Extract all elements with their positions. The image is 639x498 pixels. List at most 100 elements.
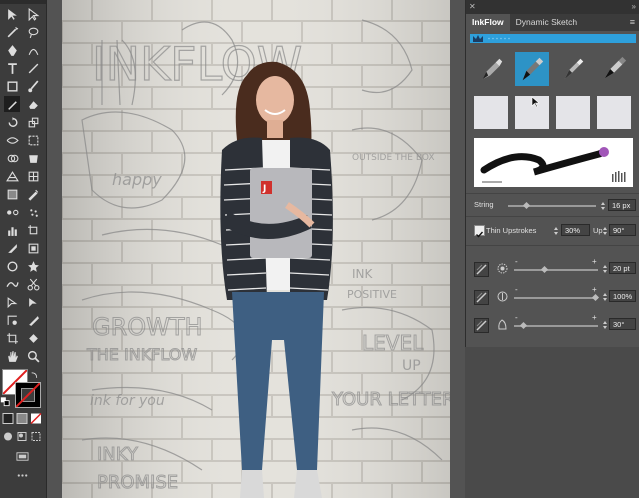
gradient-tool-icon[interactable] — [4, 186, 20, 202]
mesh-tool-icon[interactable] — [25, 168, 41, 184]
draw-behind-icon[interactable] — [16, 430, 28, 442]
direct-selection-tool-icon[interactable] — [25, 6, 41, 22]
percent-arrows-icon[interactable] — [553, 224, 559, 236]
none-mode-icon[interactable] — [30, 412, 42, 424]
brushpen-icon — [522, 57, 544, 81]
up-angle-field[interactable]: 90° — [609, 224, 636, 236]
swap-fill-stroke-icon[interactable] — [30, 369, 40, 379]
string-slider[interactable] — [508, 205, 596, 207]
stroke-preview-graphic — [480, 147, 626, 183]
scissors-tool-icon[interactable] — [25, 276, 41, 292]
rectangle-tool-icon[interactable] — [4, 78, 20, 94]
tools-panel-header[interactable] — [0, 0, 46, 4]
inkflow-panel: ✕ » InkFlow Dynamic Sketch ≡ String 16 p… — [465, 0, 639, 347]
paint-bucket-tool-icon[interactable] — [25, 330, 41, 346]
lasso-tool-icon[interactable] — [25, 24, 41, 40]
column-graph-tool-icon[interactable] — [4, 222, 20, 238]
angle-slider-handle[interactable] — [519, 321, 528, 330]
zoom-tool-icon[interactable] — [25, 348, 41, 364]
star-tool-icon[interactable] — [25, 258, 41, 274]
width-tool-icon[interactable] — [4, 132, 20, 148]
brush-brushpen[interactable] — [515, 52, 549, 86]
brush-fountain-pen[interactable] — [556, 52, 590, 86]
draw-inside-icon[interactable] — [30, 430, 42, 442]
eraser-slice-tool-icon[interactable] — [25, 240, 41, 256]
knife-tool-icon[interactable] — [25, 312, 41, 328]
gradient-mode-icon[interactable] — [16, 412, 28, 424]
direct-select-alt-tool-icon[interactable] — [4, 294, 20, 310]
opacity-arrows-icon[interactable] — [602, 290, 608, 302]
crop-tool-icon[interactable] — [4, 330, 20, 346]
pen-tool-icon[interactable] — [4, 42, 20, 58]
draw-normal-icon[interactable] — [2, 430, 14, 442]
fountain-pen-icon — [564, 58, 584, 80]
size-slider-handle[interactable] — [540, 265, 549, 274]
upstroke-percent-field[interactable]: 30% — [561, 224, 590, 236]
tab-dynamic-sketch[interactable]: Dynamic Sketch — [510, 14, 583, 31]
magic-wand-tool-icon[interactable] — [4, 24, 20, 40]
min-marker: - — [515, 285, 518, 294]
dotted-rule — [488, 37, 510, 40]
string-slider-handle[interactable] — [522, 201, 531, 210]
brush-slot-4[interactable] — [597, 96, 631, 129]
opacity-slider-handle[interactable] — [591, 293, 600, 302]
ellipse-tool-icon[interactable] — [4, 258, 20, 274]
stroke-preview — [474, 138, 633, 187]
opacity-slider[interactable] — [514, 297, 598, 299]
rotate-tool-icon[interactable] — [4, 114, 20, 130]
brush-chisel-marker[interactable] — [597, 52, 631, 86]
perspective-grid-tool-icon[interactable] — [4, 168, 20, 184]
selection-tool-icon[interactable] — [4, 6, 20, 22]
pressure-opacity-icon[interactable] — [474, 290, 489, 305]
hand-path-tool-icon[interactable] — [25, 294, 41, 310]
eyedropper-tool-icon[interactable] — [25, 186, 41, 202]
default-fill-stroke-icon[interactable] — [0, 396, 10, 406]
opacity-value-field[interactable]: 100% — [609, 290, 636, 302]
angle-arrows-icon[interactable] — [602, 318, 608, 330]
stroke-swatch[interactable] — [15, 382, 41, 408]
string-arrows-icon[interactable] — [600, 199, 606, 211]
angle-value-field[interactable]: 30° — [609, 318, 636, 330]
color-mode-icon[interactable] — [2, 412, 14, 424]
hand-tool-icon[interactable] — [4, 348, 20, 364]
smooth-tool-icon[interactable] — [4, 276, 20, 292]
type-tool-icon[interactable] — [4, 60, 20, 76]
curvature-tool-icon[interactable] — [25, 42, 41, 58]
panel-menu-icon[interactable]: ≡ — [630, 17, 635, 27]
string-value-field[interactable]: 16 px — [608, 199, 636, 211]
max-marker: + — [592, 257, 597, 266]
slice-tool-icon[interactable] — [4, 240, 20, 256]
live-paint-tool-icon[interactable] — [25, 150, 41, 166]
tools-panel — [0, 0, 47, 498]
line-tool-icon[interactable] — [25, 60, 41, 76]
artboard[interactable]: INKFLOW happy GROWTH INK POSITIVE THE IN… — [62, 0, 450, 498]
panel-tabs: InkFlow Dynamic Sketch ≡ — [466, 14, 639, 31]
tab-inkflow[interactable]: InkFlow — [466, 14, 510, 31]
up-arrows-icon[interactable] — [602, 224, 608, 236]
brush-slot-1[interactable] — [474, 96, 508, 129]
pressure-size-icon[interactable] — [474, 262, 489, 277]
close-icon[interactable]: ✕ — [469, 2, 476, 11]
blend-tool-icon[interactable] — [4, 204, 20, 220]
screen-mode-icon[interactable] — [14, 450, 30, 462]
pressure-angle-icon[interactable] — [474, 318, 489, 333]
free-transform-tool-icon[interactable] — [25, 132, 41, 148]
reshape-tool-icon[interactable] — [4, 312, 20, 328]
size-value-field[interactable]: 20 pt — [609, 262, 636, 274]
scale-tool-icon[interactable] — [25, 114, 41, 130]
shape-builder-tool-icon[interactable] — [4, 150, 20, 166]
artboard-tool-icon[interactable] — [25, 222, 41, 238]
symbol-sprayer-tool-icon[interactable] — [25, 204, 41, 220]
thin-upstrokes-checkbox[interactable] — [474, 225, 485, 238]
marker-brush-icon — [482, 58, 503, 80]
collapse-icon[interactable]: » — [632, 2, 636, 11]
brush-marker[interactable] — [474, 52, 508, 86]
pencil-tool-icon[interactable] — [4, 96, 20, 112]
edit-toolbar-icon[interactable] — [14, 470, 30, 480]
brush-slot-3[interactable] — [556, 96, 590, 129]
size-slider[interactable] — [514, 269, 598, 271]
eraser-tool-icon[interactable] — [25, 96, 41, 112]
size-arrows-icon[interactable] — [602, 262, 608, 274]
paintbrush-tool-icon[interactable] — [25, 78, 41, 94]
panel-title-bar[interactable]: ✕ » — [466, 0, 639, 14]
